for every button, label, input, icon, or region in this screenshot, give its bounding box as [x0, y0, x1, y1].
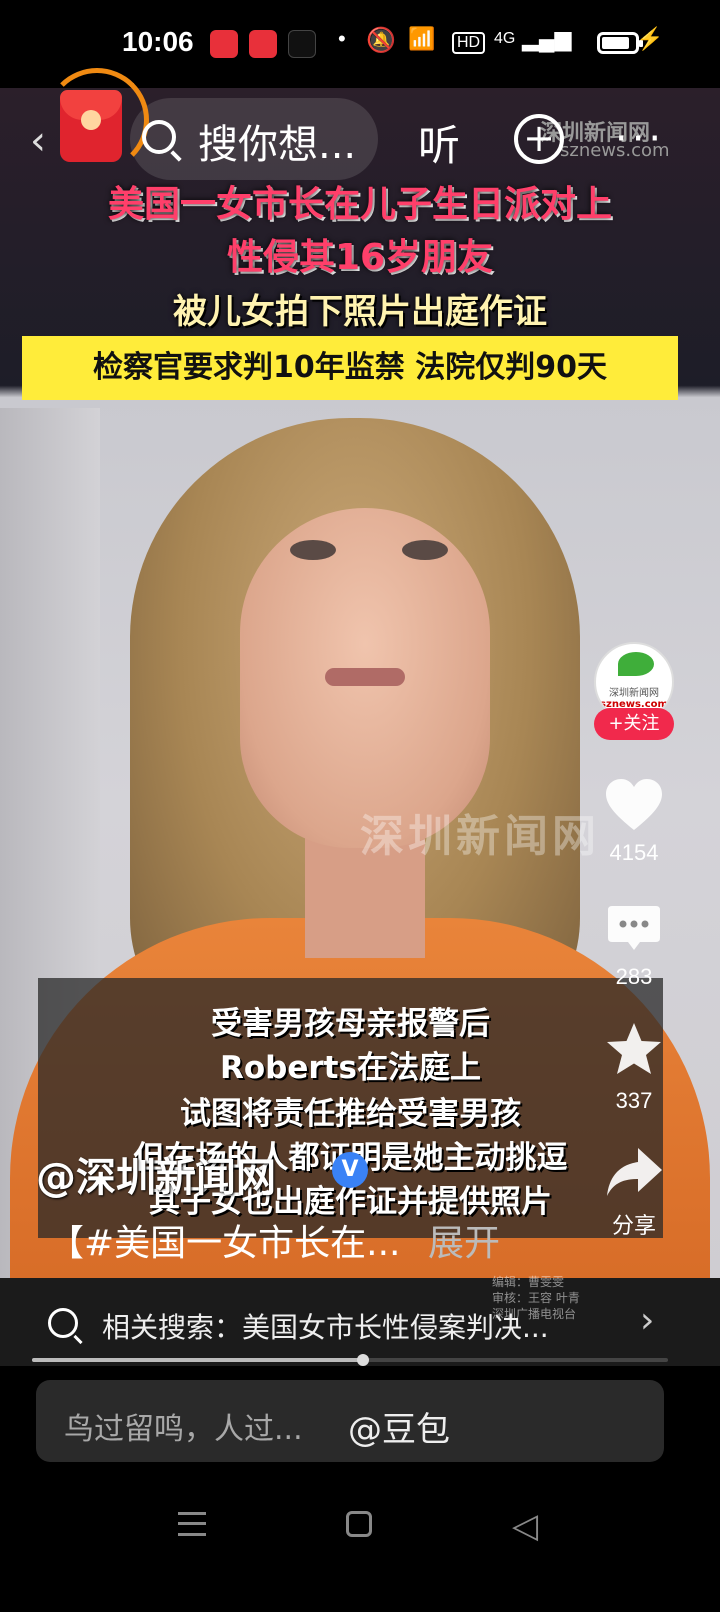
mention-doubao-button[interactable]: @豆包	[348, 1402, 450, 1451]
signal-bars-icon: ▂▄▆	[522, 26, 572, 51]
person-eye-left	[290, 540, 336, 560]
verified-badge-icon: V	[332, 1152, 368, 1188]
expand-caption-button[interactable]: 展开	[428, 1214, 500, 1266]
search-icon[interactable]	[142, 120, 176, 154]
video-watermark: 深圳新闻网	[360, 811, 600, 862]
more-options-icon[interactable]: ···	[615, 116, 665, 162]
dot-icon: •	[338, 26, 346, 51]
mute-icon: 🔕	[366, 27, 396, 54]
red-packet-icon[interactable]	[60, 90, 122, 162]
chevron-right-icon[interactable]: ›	[640, 1300, 654, 1341]
like-heart-icon[interactable]	[604, 776, 664, 836]
credit-line: 编辑：曹雯雯	[492, 1275, 565, 1289]
subtitle-line: 受害男孩母亲报警后	[211, 1006, 490, 1042]
related-search-icon	[48, 1308, 78, 1338]
home-icon[interactable]	[346, 1511, 372, 1537]
comment-bubble-icon[interactable]	[604, 900, 664, 960]
back-triangle-icon[interactable]: ◁	[512, 1506, 538, 1546]
listen-button[interactable]: 听	[418, 112, 460, 173]
related-search-text[interactable]: 相关搜索：美国女市长性侵案判决...	[102, 1306, 549, 1346]
person-lips	[325, 668, 405, 686]
wifi-icon: 📶	[408, 26, 436, 51]
avatar-logo-leaf	[618, 652, 654, 676]
netease-app-icon	[210, 30, 238, 58]
progress-knob[interactable]	[356, 1354, 369, 1366]
status-time: 10:06	[122, 26, 194, 57]
headline-line2: 性侵其16岁朋友	[226, 237, 494, 278]
post-caption[interactable]: 【#美国一女市长在...	[48, 1214, 401, 1266]
headline-banner: 检察官要求判10年监禁 法院仅判90天	[22, 336, 678, 400]
favorite-count: 337	[615, 1088, 653, 1113]
share-arrow-icon[interactable]	[604, 1142, 664, 1202]
toutiao-app-icon	[249, 30, 277, 58]
like-count: 4154	[609, 840, 659, 865]
subtitle-line: Roberts在法庭上	[220, 1050, 481, 1086]
subtitle-line: 试图将责任推给受害男孩	[180, 1096, 521, 1132]
avatar-text: 深圳新闻网	[609, 688, 659, 699]
charging-icon: ⚡	[636, 26, 664, 51]
share-label: 分享	[611, 1213, 656, 1238]
favorite-star-icon[interactable]	[604, 1020, 664, 1080]
comment-placeholder[interactable]: 鸟过留鸣，人过...	[64, 1404, 303, 1448]
progress-filled	[32, 1358, 363, 1362]
headline-line3: 被儿女拍下照片出庭作证	[173, 292, 547, 332]
person-eye-right	[402, 540, 448, 560]
follow-button[interactable]: +关注	[594, 708, 674, 740]
hd-badge: HD	[452, 32, 486, 54]
back-chevron-icon[interactable]: ‹	[30, 118, 46, 164]
credit-line: 审核：王容 叶青	[492, 1291, 580, 1305]
tiktok-app-icon	[288, 30, 316, 58]
recent-apps-icon[interactable]	[178, 1512, 206, 1536]
video-progress-bar[interactable]	[32, 1354, 668, 1366]
red-packet-coin	[81, 110, 101, 130]
search-placeholder[interactable]: 搜你想...	[198, 112, 356, 170]
system-nav-bar	[0, 1476, 720, 1612]
comment-count: 283	[615, 964, 653, 989]
author-name[interactable]: @深圳新闻网	[36, 1145, 276, 1203]
headline-line1: 美国一女市长在儿子生日派对上	[107, 184, 612, 225]
add-icon[interactable]: +	[514, 114, 564, 164]
battery-icon	[597, 32, 643, 54]
cellular-label: 4G	[494, 30, 516, 47]
